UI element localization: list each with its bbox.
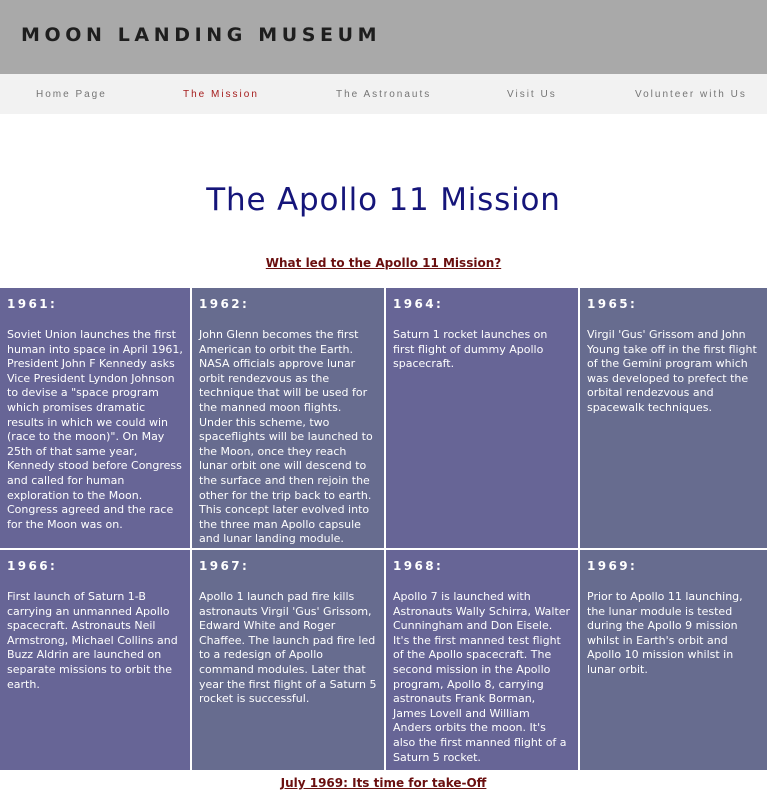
nav-item-the-astronauts[interactable]: The Astronauts (336, 89, 431, 100)
timeline-year: 1965: (587, 297, 638, 311)
timeline-year: 1967: (199, 559, 250, 573)
section-link-what-led[interactable]: What led to the Apollo 11 Mission? (0, 256, 767, 270)
timeline-card-1969: 1969: Prior to Apollo 11 launching, the … (580, 550, 767, 770)
page-title: The Apollo 11 Mission (206, 182, 561, 218)
timeline-card-1964: 1964: Saturn 1 rocket launches on first … (386, 288, 578, 548)
timeline-year: 1962: (199, 297, 250, 311)
timeline-text: John Glenn becomes the first American to… (199, 328, 373, 546)
main-nav: Home Page The Mission The Astronauts Vis… (0, 74, 767, 114)
timeline-card-1966: 1966: First launch of Saturn 1-B carryin… (0, 550, 190, 770)
nav-item-visit-us[interactable]: Visit Us (507, 89, 557, 100)
timeline-year: 1969: (587, 559, 638, 573)
nav-item-the-mission[interactable]: The Mission (183, 89, 259, 100)
timeline-text: Apollo 7 is launched with Astronauts Wal… (393, 590, 571, 764)
section-link-take-off[interactable]: July 1969: Its time for take-Off (0, 776, 767, 790)
timeline-year: 1964: (393, 297, 444, 311)
timeline-text: First launch of Saturn 1-B carrying an u… (7, 590, 178, 691)
site-header: MOON LANDING MUSEUM (0, 0, 767, 74)
timeline-card-1962: 1962: John Glenn becomes the first Ameri… (192, 288, 384, 548)
timeline-card-1965: 1965: Virgil 'Gus' Grissom and John Youn… (580, 288, 767, 548)
timeline-grid: 1961: Soviet Union launches the first hu… (0, 288, 767, 770)
timeline-text: Apollo 1 launch pad fire kills astronaut… (199, 590, 377, 706)
timeline-card-1968: 1968: Apollo 7 is launched with Astronau… (386, 550, 578, 770)
timeline-text: Prior to Apollo 11 launching, the lunar … (587, 590, 743, 676)
timeline-text: Soviet Union launches the first human in… (7, 328, 183, 531)
site-title[interactable]: MOON LANDING MUSEUM (21, 24, 381, 46)
timeline-year: 1968: (393, 559, 444, 573)
nav-item-home[interactable]: Home Page (36, 89, 107, 100)
timeline-year: 1961: (7, 297, 58, 311)
nav-item-volunteer[interactable]: Volunteer with Us (635, 89, 747, 100)
timeline-text: Saturn 1 rocket launches on first flight… (393, 328, 548, 371)
timeline-card-1967: 1967: Apollo 1 launch pad fire kills ast… (192, 550, 384, 770)
timeline-card-1961: 1961: Soviet Union launches the first hu… (0, 288, 190, 548)
timeline-year: 1966: (7, 559, 58, 573)
timeline-text: Virgil 'Gus' Grissom and John Young take… (587, 328, 757, 414)
